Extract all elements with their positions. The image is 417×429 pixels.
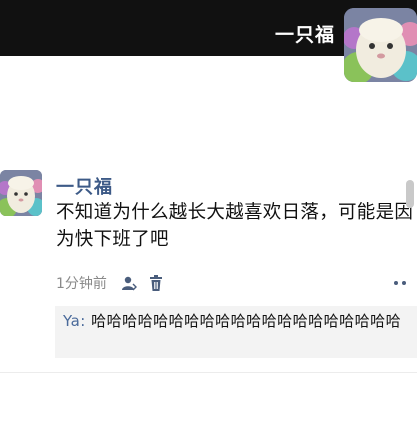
post-meta: 1分钟前 <box>56 272 163 294</box>
comment[interactable]: Ya: 哈哈哈哈哈哈哈哈哈哈哈哈哈哈哈哈哈哈哈哈 <box>63 311 417 332</box>
comment-box: Ya: 哈哈哈哈哈哈哈哈哈哈哈哈哈哈哈哈哈哈哈哈 <box>55 306 417 358</box>
commenter-name[interactable]: Ya: <box>63 312 86 330</box>
header-name: 一只福 <box>274 24 335 46</box>
scrollbar-thumb[interactable] <box>406 180 414 208</box>
more-icon[interactable] <box>394 275 417 291</box>
post-time: 1分钟前 <box>56 276 107 292</box>
divider <box>0 372 417 373</box>
post-text: 不知道为什么越长大越喜欢日落，可能是因为快下班了吧 <box>56 202 414 250</box>
post-avatar-icon[interactable] <box>0 170 42 216</box>
trash-icon[interactable] <box>149 275 163 291</box>
post-author-link[interactable]: 一只福 <box>56 173 113 199</box>
person-icon[interactable] <box>121 275 137 291</box>
comment-text: 哈哈哈哈哈哈哈哈哈哈哈哈哈哈哈哈哈哈哈哈 <box>91 312 402 330</box>
header-avatar-icon[interactable] <box>344 8 417 82</box>
